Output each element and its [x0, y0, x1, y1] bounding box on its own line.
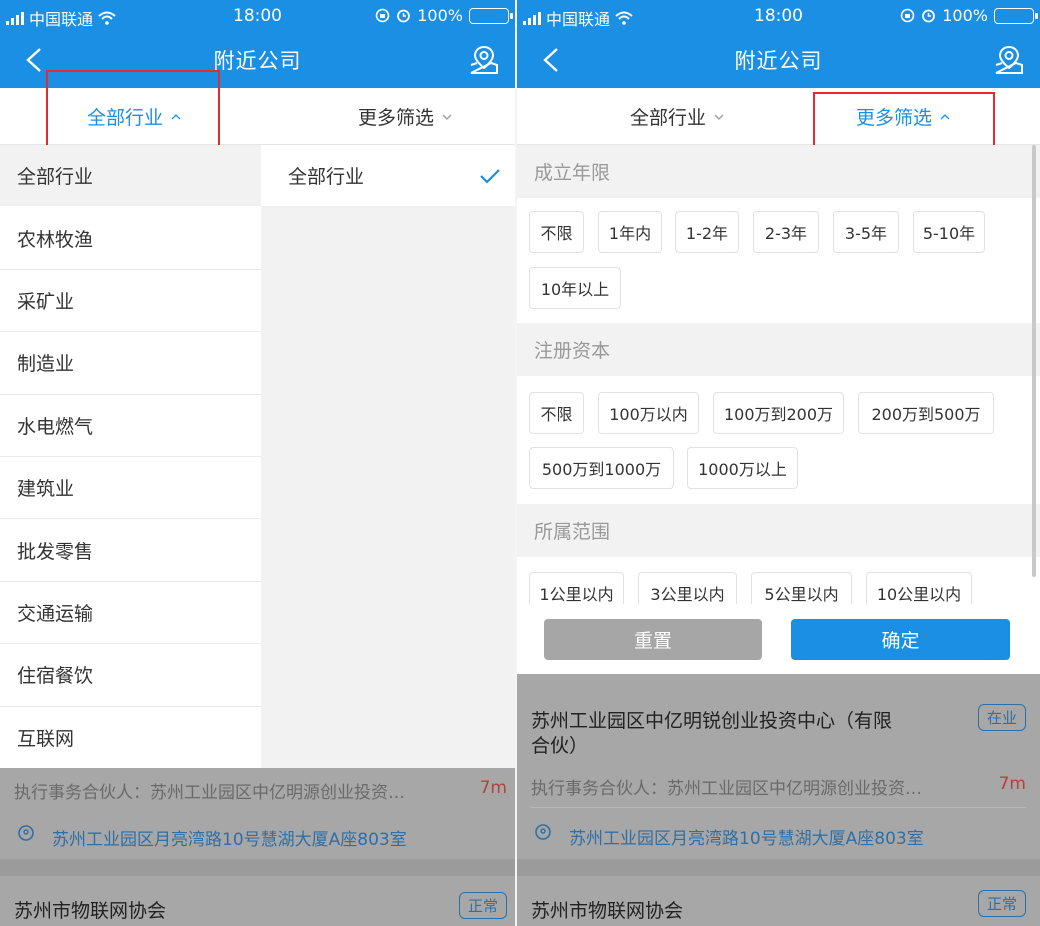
chevron-down-icon	[442, 114, 452, 120]
distance-text: 7m	[998, 774, 1026, 794]
option-chip[interactable]: 3-5年	[833, 211, 899, 253]
industry-item[interactable]: 交通运输	[0, 581, 261, 645]
industry-item[interactable]: 互联网	[0, 706, 261, 769]
status-badge: 正常	[458, 892, 507, 919]
partner-text: 执行事务合伙人：苏州工业园区中亿明源创业投资…	[14, 783, 405, 803]
option-chip[interactable]: 5-10年	[913, 211, 985, 253]
tab-all-industries[interactable]: 全部行业	[577, 88, 777, 145]
option-chip[interactable]: 不限	[529, 211, 584, 253]
alarm-icon	[922, 9, 936, 23]
industry-list: 全部行业 农林牧渔 采矿业 制造业 水电燃气 建筑业 批发零售 交通运输 住宿餐…	[0, 145, 261, 769]
lock-rotation-icon	[900, 8, 915, 23]
option-chip[interactable]: 不限	[529, 392, 584, 434]
battery-percent: 100%	[417, 6, 463, 25]
dimmed-gap	[517, 859, 1040, 876]
filter-bar: 全部行业 更多筛选	[0, 88, 515, 145]
left-screen: 中国联通 18:00 100% 附近公司 全部行业 更多筛选 全部行业 农林牧渔…	[0, 0, 515, 926]
option-chip[interactable]: 100万以内	[598, 392, 699, 434]
option-chip[interactable]: 100万到200万	[713, 392, 844, 434]
section-range: 所属范围	[517, 504, 1040, 557]
distance-text: 7m	[479, 778, 507, 798]
status-badge: 正常	[977, 890, 1026, 917]
option-chip[interactable]: 200万到500万	[858, 392, 994, 434]
industry-item[interactable]: 批发零售	[0, 519, 261, 582]
chevron-up-icon	[940, 113, 950, 119]
nav-bar: 附近公司	[0, 33, 515, 88]
status-right: 100%	[900, 6, 1038, 25]
tab-all-industries-label: 全部行业	[629, 107, 706, 129]
address-text: 苏州工业园区月亮湾路10号慧湖大厦A座803室	[569, 829, 924, 849]
map-location-icon[interactable]	[467, 43, 501, 77]
chevron-down-icon	[714, 114, 724, 120]
lock-rotation-icon	[375, 8, 390, 23]
divider	[531, 807, 1026, 808]
status-bar: 中国联通 18:00 100%	[0, 0, 515, 33]
chevron-up-icon	[171, 113, 181, 119]
industry-item[interactable]: 采矿业	[0, 269, 261, 333]
status-bar: 中国联通 18:00 100%	[517, 0, 1040, 33]
dimmed-gap	[0, 859, 515, 876]
sub-industry-label: 全部行业	[288, 166, 365, 188]
button-row: 重置 确定	[517, 604, 1040, 674]
tab-all-industries-label: 全部行业	[86, 107, 163, 129]
confirm-button[interactable]: 确定	[791, 619, 1010, 660]
battery-icon	[994, 7, 1038, 24]
option-chip[interactable]: 500万到1000万	[529, 447, 674, 489]
industry-item[interactable]: 制造业	[0, 332, 261, 395]
dimmed-company-card: 执行事务合伙人：苏州工业园区中亿明源创业投资… 7m 苏州工业园区月亮湾路10号…	[0, 768, 515, 859]
location-icon	[18, 825, 34, 841]
option-chip[interactable]: 1000万以上	[687, 447, 798, 489]
map-location-icon[interactable]	[992, 43, 1026, 77]
tab-more-filters-label: 更多筛选	[855, 107, 932, 129]
option-chip[interactable]: 10年以上	[529, 267, 621, 309]
address-text: 苏州工业园区月亮湾路10号慧湖大厦A座803室	[52, 830, 407, 850]
partner-text: 执行事务合伙人：苏州工业园区中亿明源创业投资…	[531, 779, 922, 799]
option-chip[interactable]: 1-2年	[675, 211, 739, 253]
status-badge: 在业	[977, 704, 1026, 731]
dimmed-company-card-2: 苏州市物联网协会 正常	[517, 876, 1040, 926]
company-name-line2: 合伙）	[531, 735, 589, 757]
sub-industry-item[interactable]: 全部行业	[261, 145, 515, 207]
industry-item[interactable]: 全部行业	[0, 145, 261, 208]
tab-more-filters-label: 更多筛选	[357, 107, 434, 129]
tab-all-industries[interactable]: 全部行业	[50, 88, 218, 145]
page-title: 附近公司	[213, 49, 302, 73]
scrollbar[interactable]	[1032, 145, 1036, 577]
industry-item[interactable]: 住宿餐饮	[0, 644, 261, 707]
sub-industry-list: 全部行业	[261, 145, 515, 768]
company-name-line1: 苏州工业园区中亿明锐创业投资中心（有限	[531, 710, 893, 732]
option-chip[interactable]: 1年内	[598, 211, 662, 253]
company-name: 苏州市物联网协会	[14, 900, 167, 922]
nav-bar: 附近公司	[517, 33, 1040, 88]
battery-icon	[469, 7, 513, 24]
option-chip[interactable]: 2-3年	[753, 211, 819, 253]
dimmed-company-card-2: 苏州市物联网协会 正常	[0, 876, 515, 926]
section-registered-capital: 注册资本	[517, 323, 1040, 376]
status-right: 100%	[375, 6, 513, 25]
industry-item[interactable]: 农林牧渔	[0, 207, 261, 270]
battery-percent: 100%	[942, 6, 988, 25]
filter-bar: 全部行业 更多筛选	[517, 88, 1040, 145]
industry-item[interactable]: 水电燃气	[0, 394, 261, 457]
industry-item[interactable]: 建筑业	[0, 456, 261, 520]
dimmed-company-card: 苏州工业园区中亿明锐创业投资中心（有限 合伙） 在业 执行事务合伙人：苏州工业园…	[517, 674, 1040, 859]
right-screen: 中国联通 18:00 100% 附近公司 全部行业 更多筛选 成立年限 不限 1…	[517, 0, 1040, 926]
tab-more-filters[interactable]: 更多筛选	[305, 88, 505, 145]
alarm-icon	[397, 9, 411, 23]
location-icon	[535, 824, 551, 840]
section-founded-years: 成立年限	[517, 145, 1040, 198]
reset-button[interactable]: 重置	[544, 619, 762, 660]
company-name: 苏州市物联网协会	[531, 900, 684, 922]
page-title: 附近公司	[734, 49, 823, 73]
checkmark-icon	[480, 168, 500, 184]
tab-more-filters[interactable]: 更多筛选	[815, 88, 991, 145]
